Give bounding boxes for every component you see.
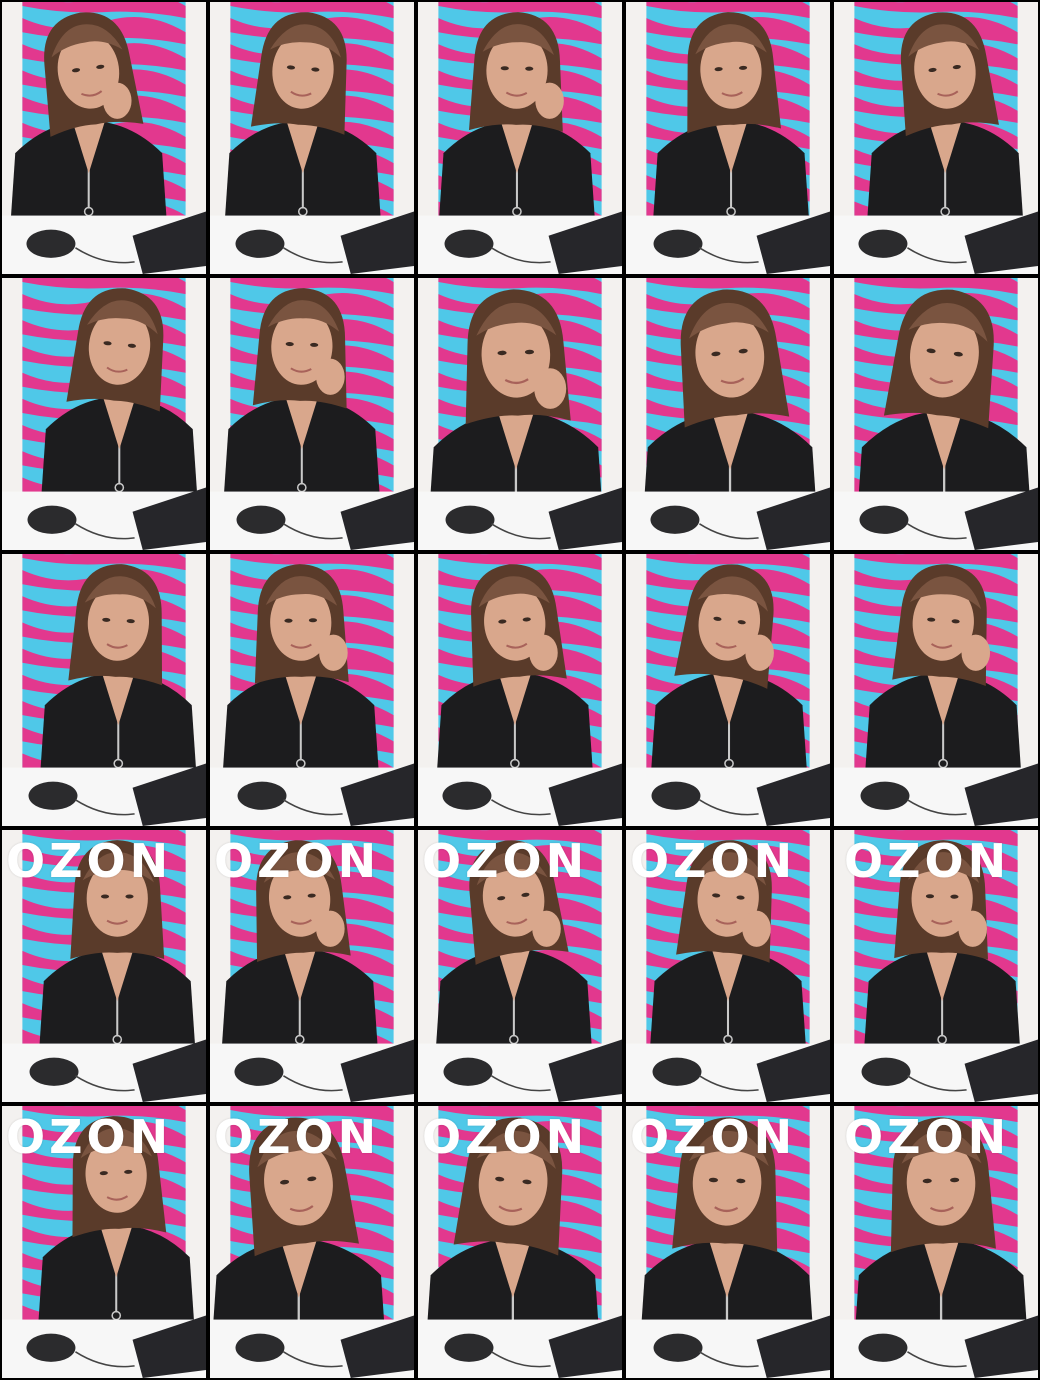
frame-scene xyxy=(210,1106,414,1378)
computer-mouse xyxy=(234,1057,284,1086)
photo-frame xyxy=(418,278,622,550)
photo-frame xyxy=(418,554,622,826)
computer-mouse xyxy=(237,781,287,810)
photo-frame xyxy=(2,554,206,826)
computer-mouse xyxy=(858,1333,908,1362)
photo-frame xyxy=(626,2,830,274)
frame-scene xyxy=(210,2,414,274)
hand xyxy=(961,634,991,671)
photo-frame xyxy=(210,278,414,550)
hand xyxy=(529,634,558,671)
photo-frame: OZON xyxy=(210,1106,414,1378)
computer-mouse xyxy=(445,505,495,534)
computer-mouse xyxy=(650,505,700,534)
frame-scene xyxy=(626,2,830,274)
computer-mouse xyxy=(26,1333,76,1362)
left-eye xyxy=(100,894,110,899)
frame-scene xyxy=(834,278,1038,550)
computer-mouse xyxy=(235,1333,285,1362)
photo-frame xyxy=(210,554,414,826)
frame-scene xyxy=(210,830,414,1102)
frame-scene xyxy=(418,554,622,826)
photo-frame: OZON xyxy=(626,830,830,1102)
frame-scene xyxy=(834,2,1038,274)
computer-mouse xyxy=(653,1333,703,1362)
frame-scene xyxy=(626,554,830,826)
frame-scene xyxy=(2,830,206,1102)
photo-frame xyxy=(418,2,622,274)
frame-scene xyxy=(2,2,206,274)
photo-frame: OZON xyxy=(2,1106,206,1378)
photo-frame xyxy=(2,278,206,550)
hand xyxy=(742,910,771,947)
hand xyxy=(958,910,987,947)
computer-mouse xyxy=(444,229,494,258)
computer-mouse xyxy=(861,1057,911,1086)
frame-scene xyxy=(2,278,206,550)
computer-mouse xyxy=(442,781,492,810)
contact-sheet-grid: OZON OZON OZON OZON OZON OZON OZON OZON OZON OZON xyxy=(0,0,1040,1380)
frame-scene xyxy=(2,1106,206,1378)
computer-mouse xyxy=(858,229,908,258)
frame-scene xyxy=(834,1106,1038,1378)
computer-mouse xyxy=(652,1057,702,1086)
computer-mouse xyxy=(443,1057,493,1086)
photo-frame xyxy=(834,278,1038,550)
hand xyxy=(534,368,567,409)
frame-scene xyxy=(834,830,1038,1102)
photo-frame: OZON xyxy=(834,1106,1038,1378)
photo-frame xyxy=(626,278,830,550)
computer-mouse xyxy=(28,781,78,810)
frame-scene xyxy=(418,2,622,274)
photo-frame: OZON xyxy=(418,830,622,1102)
computer-mouse xyxy=(235,229,285,258)
photo-frame: OZON xyxy=(210,830,414,1102)
frame-scene xyxy=(210,554,414,826)
computer-mouse xyxy=(26,229,76,258)
hand xyxy=(532,910,561,947)
computer-mouse xyxy=(29,1057,79,1086)
photo-frame xyxy=(626,554,830,826)
photo-frame: OZON xyxy=(834,830,1038,1102)
right-eye xyxy=(125,894,134,899)
computer-mouse xyxy=(27,505,77,534)
hand xyxy=(316,358,345,395)
frame-scene xyxy=(626,830,830,1102)
computer-mouse xyxy=(860,781,910,810)
photo-frame: OZON xyxy=(626,1106,830,1378)
photo-frame xyxy=(210,2,414,274)
hand xyxy=(745,634,774,671)
head xyxy=(70,840,165,959)
frame-scene xyxy=(626,1106,830,1378)
frame-scene xyxy=(834,554,1038,826)
computer-mouse xyxy=(653,229,703,258)
hand xyxy=(102,82,132,119)
hand xyxy=(535,82,564,119)
frame-scene xyxy=(210,278,414,550)
frame-scene xyxy=(2,554,206,826)
computer-mouse xyxy=(236,505,286,534)
frame-scene xyxy=(418,278,622,550)
frame-scene xyxy=(418,830,622,1102)
photo-frame xyxy=(834,554,1038,826)
computer-mouse xyxy=(444,1333,494,1362)
computer-mouse xyxy=(651,781,701,810)
photo-frame: OZON xyxy=(418,1106,622,1378)
photo-frame: OZON xyxy=(2,830,206,1102)
hand xyxy=(319,634,348,671)
frame-scene xyxy=(418,1106,622,1378)
frame-scene xyxy=(626,278,830,550)
photo-frame xyxy=(2,2,206,274)
photo-frame xyxy=(834,2,1038,274)
computer-mouse xyxy=(859,505,909,534)
hand xyxy=(316,910,345,947)
